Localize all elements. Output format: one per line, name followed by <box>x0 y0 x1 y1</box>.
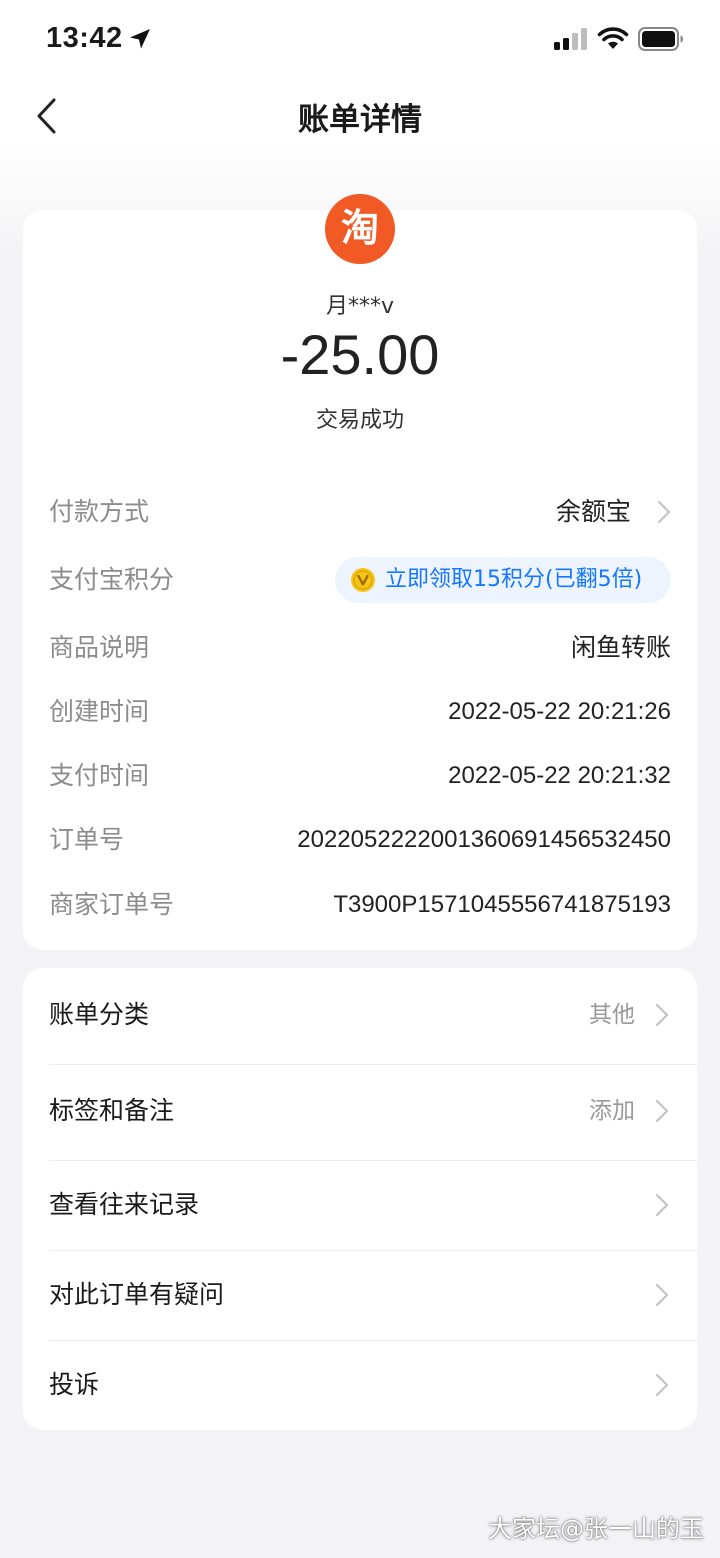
menu-label: 标签和备注 <box>49 1096 175 1125</box>
chevron-right-icon <box>655 1283 669 1307</box>
detail-row-paid-time: 支付时间 2022-05-22 20:21:32 <box>49 756 671 796</box>
detail-value: 2022-05-22 20:21:32 <box>448 762 671 789</box>
nav-bar: 账单详情 <box>0 80 720 150</box>
detail-label: 创建时间 <box>49 697 150 726</box>
transaction-status: 交易成功 <box>315 408 404 433</box>
menu-value: 其他 <box>589 1002 635 1028</box>
taobao-logo: 淘 <box>325 194 395 264</box>
detail-label: 支付宝积分 <box>49 565 175 594</box>
detail-value: 2022052222001360691456532450 <box>297 826 671 853</box>
chevron-right-icon <box>655 1003 669 1027</box>
watermark: 大家坛@张一山的玉 <box>488 1515 704 1543</box>
wifi-icon <box>597 27 629 49</box>
payee-name: 月***v <box>325 294 395 319</box>
claim-points-label: 立即领取15积分(已翻5倍) <box>385 567 643 592</box>
detail-value: 余额宝 <box>555 497 631 526</box>
page-title: 账单详情 <box>298 102 422 138</box>
menu-item-tags-notes[interactable]: 标签和备注 添加 <box>23 1066 697 1156</box>
detail-label: 支付时间 <box>49 761 150 790</box>
detail-row-description: 商品说明 闲鱼转账 <box>49 628 671 668</box>
logo-char: 淘 <box>340 206 379 250</box>
detail-value: 闲鱼转账 <box>570 633 671 662</box>
detail-row-order-number: 订单号 2022052222001360691456532450 <box>49 820 671 860</box>
bill-actions-card: 账单分类 其他 标签和备注 添加 查看往来记录 对此订单有疑问 投诉 <box>23 968 697 1430</box>
menu-item-order-question[interactable]: 对此订单有疑问 <box>23 1250 697 1340</box>
transaction-amount: -25.00 <box>280 323 440 386</box>
location-arrow-icon <box>130 29 150 49</box>
bill-summary-card: 淘 月***v -25.00 交易成功 付款方式 余额宝 支付宝积分 立即领取1… <box>23 194 697 950</box>
chevron-right-icon <box>655 1193 669 1217</box>
menu-item-history[interactable]: 查看往来记录 <box>23 1160 697 1250</box>
menu-value: 添加 <box>589 1098 635 1124</box>
detail-row-created-time: 创建时间 2022-05-22 20:21:26 <box>49 692 671 732</box>
status-time: 13:42 <box>46 22 123 54</box>
status-bar: 13:42 <box>0 0 720 80</box>
detail-label: 商家订单号 <box>49 890 175 919</box>
chevron-right-icon <box>655 1373 669 1397</box>
cellular-signal-icon <box>554 28 587 50</box>
detail-row-payment-method[interactable]: 付款方式 余额宝 <box>49 492 671 532</box>
detail-label: 商品说明 <box>49 633 150 662</box>
points-coin-icon <box>351 568 375 592</box>
divider <box>49 1064 697 1065</box>
chevron-right-icon <box>657 500 671 524</box>
detail-label: 订单号 <box>49 825 125 854</box>
detail-label: 付款方式 <box>49 497 150 526</box>
menu-label: 对此订单有疑问 <box>49 1280 225 1309</box>
menu-item-bill-category[interactable]: 账单分类 其他 <box>23 970 697 1060</box>
chevron-right-icon <box>655 1099 669 1123</box>
menu-label: 投诉 <box>49 1370 100 1399</box>
detail-value: 2022-05-22 20:21:26 <box>448 698 671 725</box>
menu-item-complaint[interactable]: 投诉 <box>23 1340 697 1430</box>
menu-label: 查看往来记录 <box>49 1190 200 1219</box>
detail-row-points: 支付宝积分 立即领取15积分(已翻5倍) <box>49 557 671 603</box>
detail-value: T3900P1571045556741875193 <box>333 891 671 918</box>
claim-points-button[interactable]: 立即领取15积分(已翻5倍) <box>335 557 671 603</box>
detail-row-merchant-order-number: 商家订单号 T3900P1571045556741875193 <box>49 885 671 925</box>
battery-icon <box>638 27 683 51</box>
menu-label: 账单分类 <box>49 1000 150 1029</box>
